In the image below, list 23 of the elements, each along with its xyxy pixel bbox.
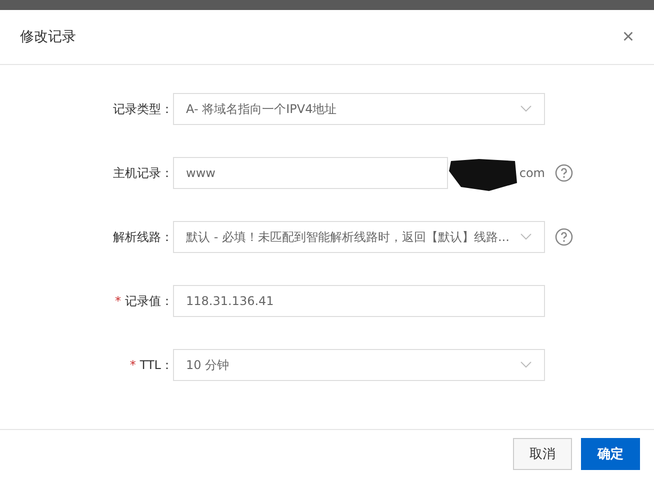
domain-suffix: com: [519, 166, 545, 180]
input-field[interactable]: www: [173, 157, 448, 189]
help-icon[interactable]: [555, 228, 573, 246]
select-field[interactable]: 10 分钟: [173, 349, 545, 381]
field-label: 记录类型：: [113, 100, 173, 118]
confirm-button[interactable]: 确定: [581, 438, 640, 470]
select-field[interactable]: A- 将域名指向一个IPV4地址: [173, 93, 545, 125]
cancel-button[interactable]: 取消: [513, 438, 572, 470]
redaction-mark: [449, 157, 519, 193]
help-icon[interactable]: [555, 164, 573, 182]
chevron-down-icon: [520, 105, 532, 113]
input-field[interactable]: 118.31.136.41: [173, 285, 545, 317]
chevron-down-icon: [520, 233, 532, 241]
dialog-title: 修改记录: [20, 28, 76, 46]
required-mark: *: [115, 294, 121, 308]
field-label: 主机记录：: [113, 164, 173, 182]
field-label: TTL：: [140, 356, 173, 374]
field-label: 解析线路：: [113, 228, 173, 246]
chevron-down-icon: [520, 361, 532, 369]
select-field[interactable]: 默认 - 必填！未匹配到智能解析线路时，返回【默认】线路...: [173, 221, 545, 253]
required-mark: *: [130, 358, 136, 372]
field-label: 记录值：: [125, 292, 173, 310]
close-button[interactable]: ×: [622, 27, 634, 47]
